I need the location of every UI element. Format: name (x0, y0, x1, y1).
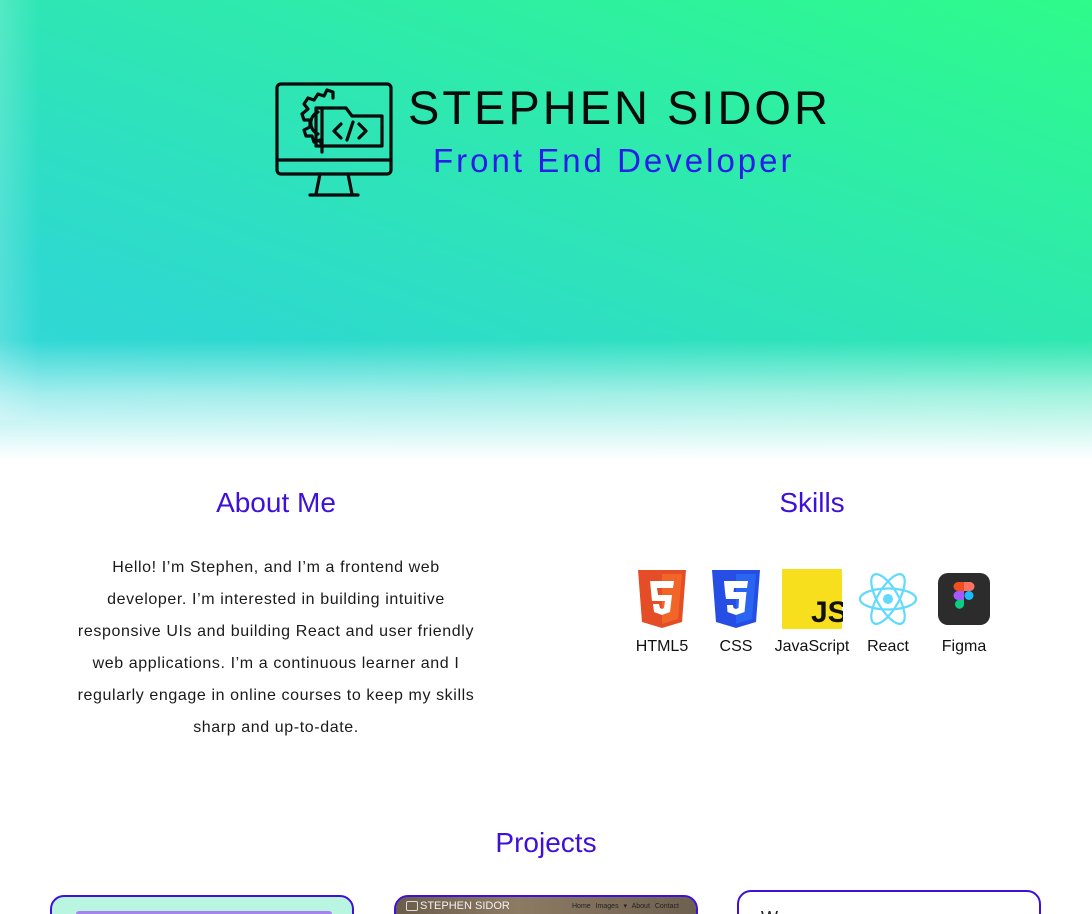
about-paragraph: Hello! I’m Stephen, and I’m a frontend w… (77, 559, 475, 736)
skill-javascript: JS JavaScript (774, 568, 850, 656)
project-card-3[interactable]: W (737, 890, 1041, 914)
skill-react: React (850, 568, 926, 656)
project-card-2[interactable]: STEPHEN SIDOR Home Images ▾ About Contac… (394, 895, 698, 914)
css3-icon (712, 570, 760, 628)
computer-code-gear-icon (275, 82, 393, 197)
site-owner-role: Front End Developer (433, 142, 795, 179)
react-icon (858, 573, 918, 625)
skill-css: CSS (698, 568, 774, 656)
hero-fade (0, 340, 1092, 460)
javascript-icon: JS (782, 569, 843, 629)
html5-icon (638, 570, 686, 628)
project-2-nav: Home Images ▾ About Contact (572, 903, 679, 910)
about-section-title: About Me (216, 487, 336, 518)
skill-html5: HTML5 (624, 568, 700, 656)
svg-text:JS: JS (811, 596, 843, 629)
skill-label-html5: HTML5 (635, 638, 689, 655)
skills-section-title: Skills (779, 487, 845, 518)
skill-label-react: React (867, 638, 909, 655)
figma-icon (938, 573, 990, 625)
skill-label-javascript: JavaScript (774, 638, 850, 655)
project-3-glyph: W (761, 908, 778, 914)
project-2-brand: STEPHEN SIDOR (420, 900, 510, 912)
skill-figma: Figma (926, 568, 1002, 656)
project-card-1[interactable] (50, 895, 354, 914)
projects-section-title: Projects (495, 827, 597, 858)
skill-label-css: CSS (719, 638, 753, 655)
site-owner-name: STEPHEN SIDOR (408, 81, 831, 134)
camera-icon (406, 901, 418, 911)
skill-label-figma: Figma (941, 638, 987, 655)
skills-list: HTML5 CSS JS JavaScript React Figma (624, 568, 1004, 668)
